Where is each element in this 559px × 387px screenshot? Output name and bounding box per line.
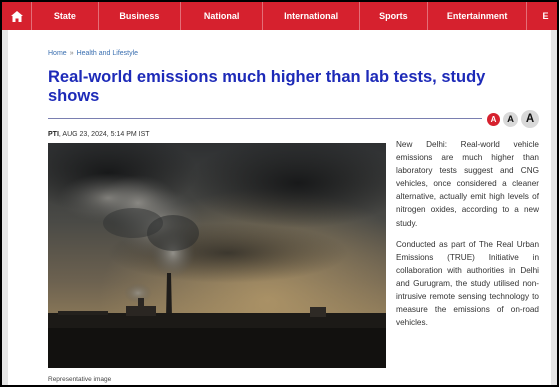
breadcrumb: Home» Health and Lifestyle: [48, 50, 138, 57]
main-nav: State Business National International Sp…: [2, 2, 557, 30]
font-size-medium-button[interactable]: A: [503, 112, 518, 127]
article-photo: [48, 143, 386, 368]
nav-item-truncated[interactable]: E: [527, 2, 557, 30]
browser-frame: State Business National International Sp…: [0, 0, 559, 387]
font-size-small-button[interactable]: A: [487, 113, 500, 126]
article-byline: PTI, AUG 23, 2024, 5:14 PM IST: [48, 131, 150, 138]
article-body: New Delhi: Real-world vehicle emissions …: [396, 138, 539, 337]
breadcrumb-section-link[interactable]: Health and Lifestyle: [77, 50, 138, 57]
right-page-gutter: [551, 30, 557, 385]
title-divider: [48, 118, 482, 119]
breadcrumb-separator: »: [69, 50, 74, 57]
nav-item-state[interactable]: State: [32, 2, 99, 30]
breadcrumb-home-link[interactable]: Home: [48, 50, 67, 57]
article-paragraph: Conducted as part of The Real Urban Emis…: [396, 239, 539, 328]
font-size-large-button[interactable]: A: [521, 110, 539, 128]
photo-caption: Representative image: [48, 376, 112, 383]
nav-item-international[interactable]: International: [263, 2, 361, 30]
smokestack-pollution-image: [48, 143, 386, 368]
article-paragraph: New Delhi: Real-world vehicle emissions …: [396, 140, 539, 228]
nav-item-business[interactable]: Business: [99, 2, 182, 30]
home-nav-button[interactable]: [2, 2, 33, 30]
article-date: , AUG 23, 2024, 5:14 PM IST: [58, 131, 150, 138]
article-author: PTI: [48, 131, 59, 138]
left-page-gutter: [2, 30, 8, 385]
article-title: Real-world emissions much higher than la…: [48, 68, 486, 105]
nav-item-sports[interactable]: Sports: [360, 2, 428, 30]
nav-item-entertainment[interactable]: Entertainment: [428, 2, 528, 30]
nav-item-national[interactable]: National: [181, 2, 264, 30]
home-icon: [10, 10, 23, 22]
